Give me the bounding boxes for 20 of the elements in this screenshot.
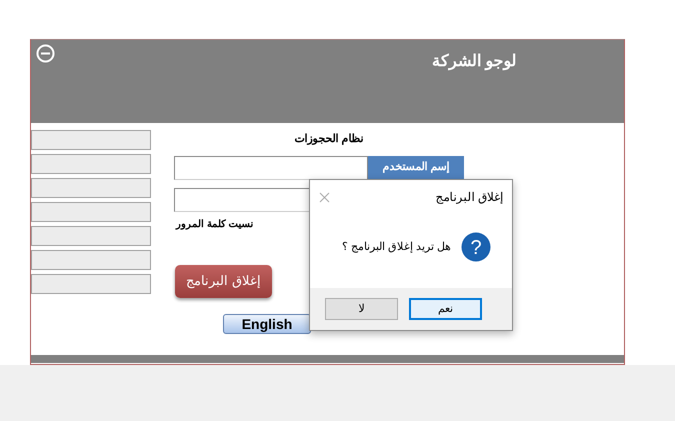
input-field[interactable] (31, 250, 151, 270)
dialog-message: هل تريد إغلاق البرنامج ؟ (342, 240, 451, 255)
forgot-password-link[interactable]: نسيت كلمة المرور (176, 216, 254, 232)
minimize-icon[interactable] (36, 44, 55, 63)
username-label: إسم المستخدم (368, 156, 464, 180)
dialog-button[interactable]: نعم (409, 298, 482, 320)
input-field[interactable] (31, 226, 151, 246)
input-field[interactable] (31, 202, 151, 222)
input-field[interactable] (31, 130, 151, 150)
input-field[interactable] (31, 178, 151, 198)
english-button[interactable]: English (223, 314, 311, 334)
dialog-title: إغلاق البرنامج (436, 189, 503, 206)
input-field[interactable] (31, 274, 151, 294)
question-icon: ? (461, 232, 491, 262)
form-title: نظام الحجوزات (293, 132, 365, 147)
input-field[interactable] (31, 154, 151, 174)
company-logo-text: لوجو الشركة (432, 52, 516, 72)
close-program-button[interactable]: إغلاق البرنامج (175, 264, 272, 298)
dialog-button[interactable]: لا (325, 298, 398, 320)
close-icon[interactable] (319, 192, 330, 202)
